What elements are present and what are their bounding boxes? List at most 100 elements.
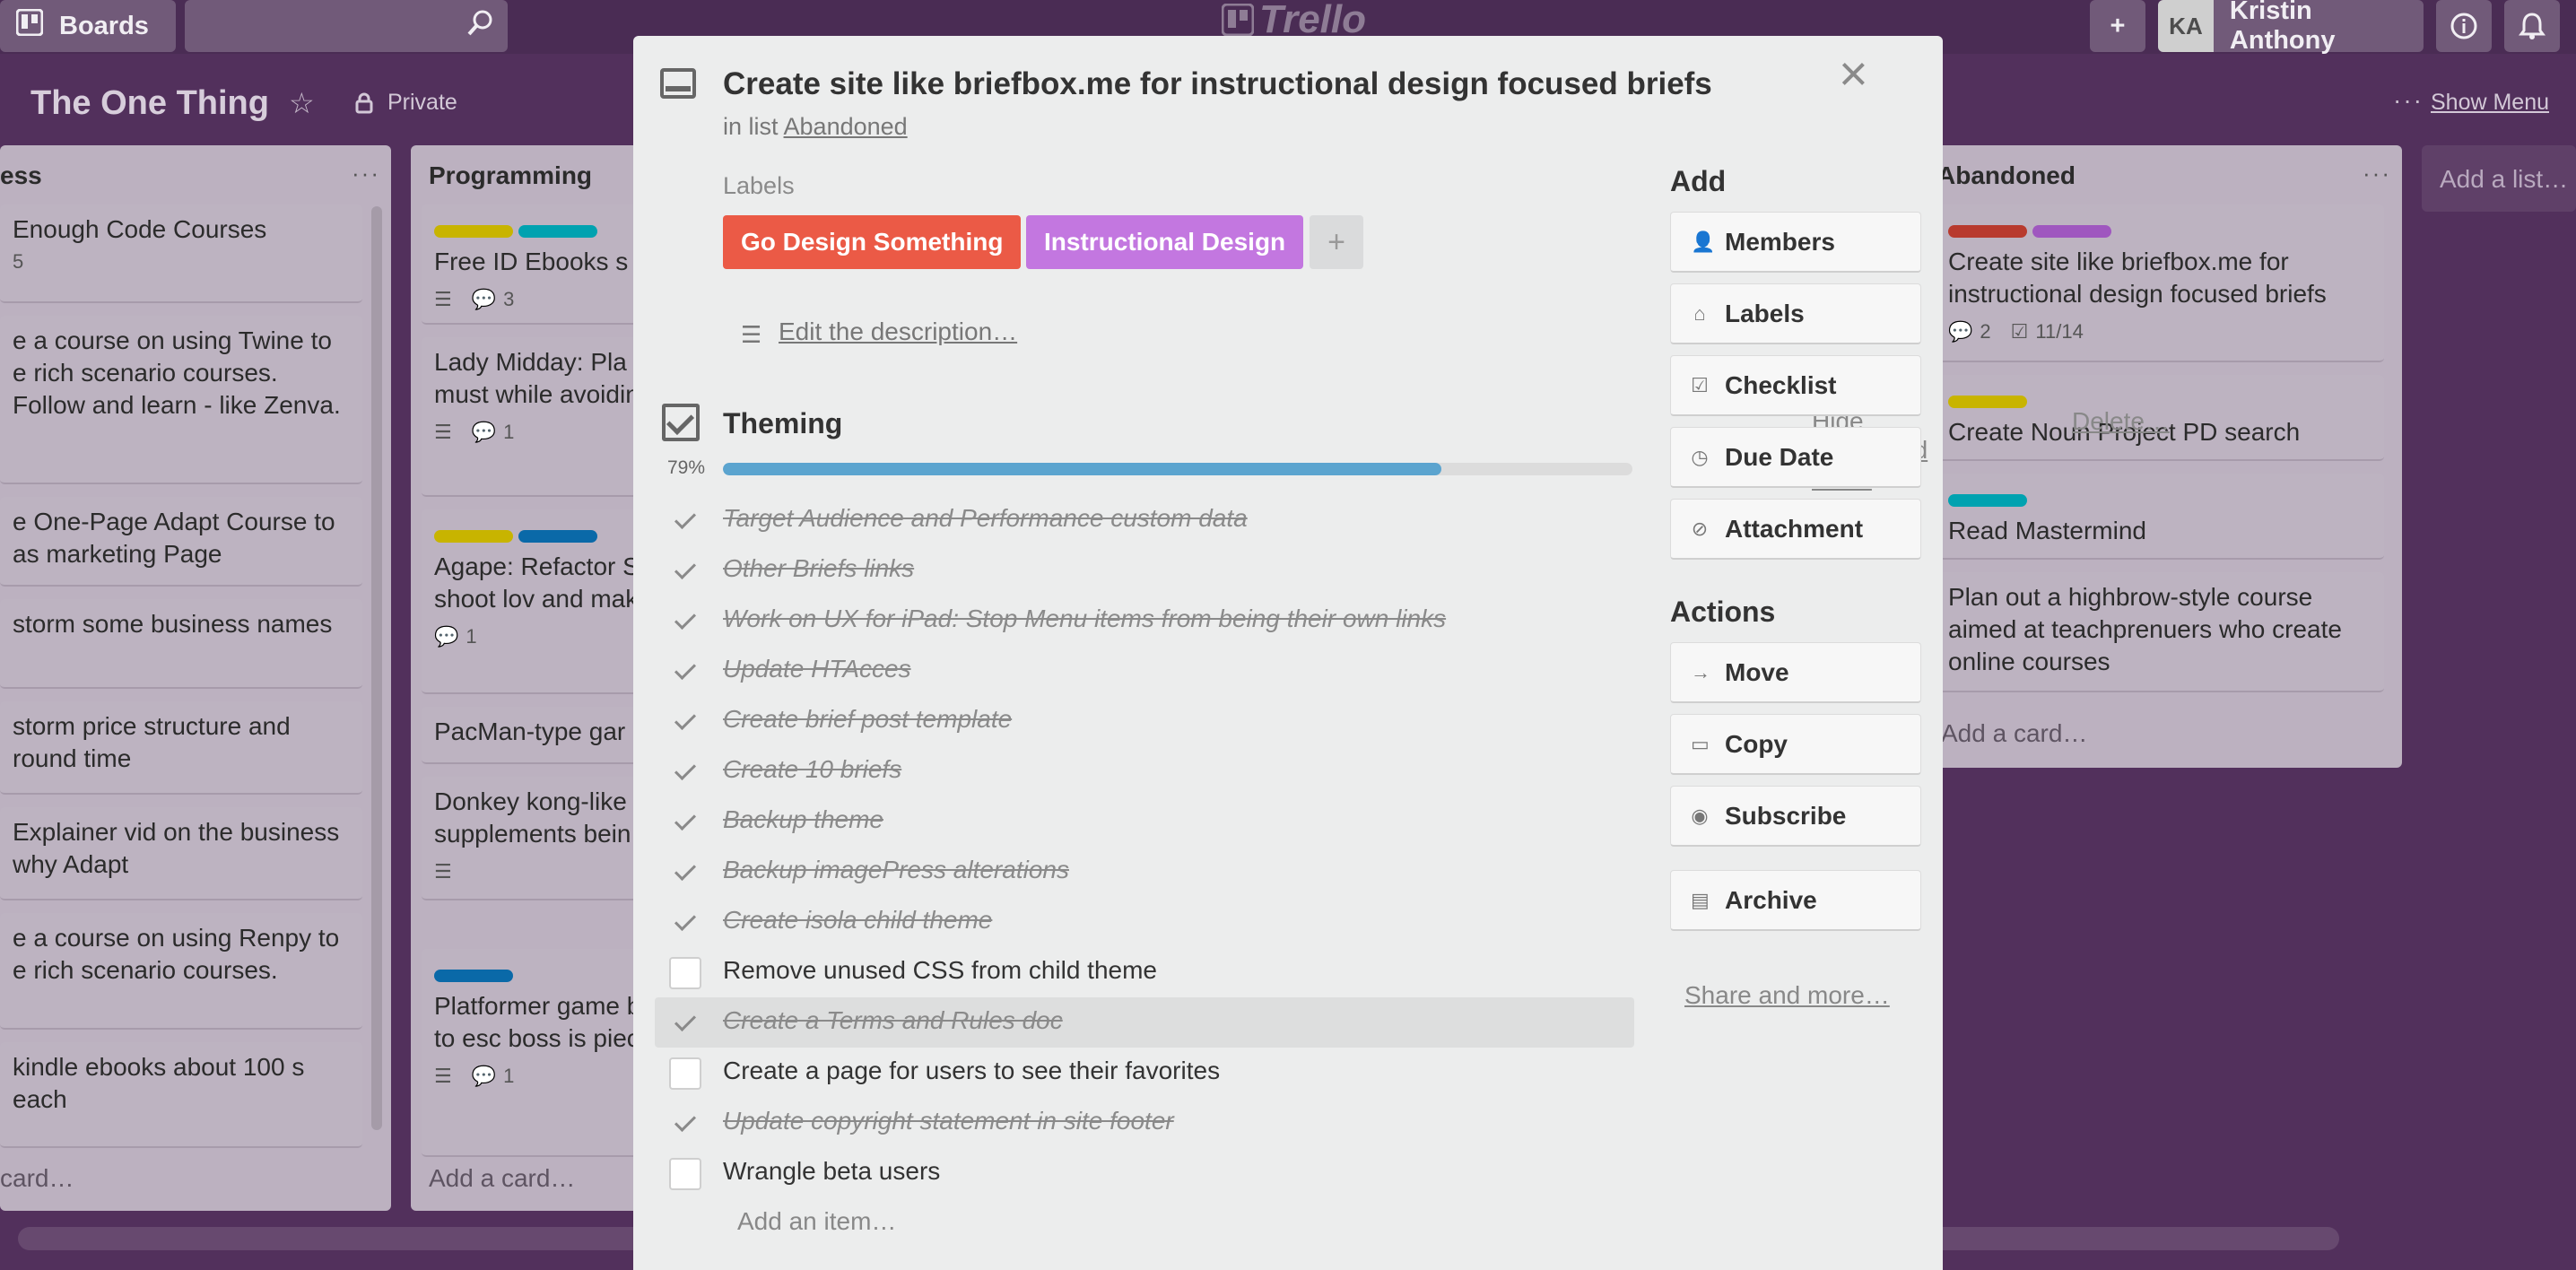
checklist-item[interactable]: Create brief post template	[655, 696, 1634, 746]
label-instructional-design[interactable]: Instructional Design	[1026, 215, 1304, 269]
checked-checkbox[interactable]	[669, 857, 701, 889]
label-go-design-something[interactable]: Go Design Something	[723, 215, 1022, 269]
list-title[interactable]: ess	[0, 161, 42, 190]
list-card[interactable]: storm some business names	[0, 599, 362, 689]
list-card[interactable]: Plan out a highbrow-style course aimed a…	[1936, 572, 2384, 692]
checked-checkbox[interactable]	[669, 1007, 701, 1039]
checklist-title[interactable]: Theming	[723, 407, 842, 440]
checklist-item[interactable]: Backup imagePress alterations	[655, 847, 1634, 897]
list-card[interactable]: Read Mastermind	[1936, 474, 2384, 560]
comment-count: 2	[1980, 320, 1991, 343]
archive-button[interactable]: ▤ Archive	[1670, 870, 1921, 931]
list-card[interactable]: kindle ebooks about 100 s each	[0, 1042, 362, 1148]
card-title[interactable]: Create site like briefbox.me for instruc…	[723, 66, 1712, 102]
checked-checkbox[interactable]	[669, 907, 701, 939]
show-menu-link[interactable]: Show Menu	[2431, 90, 2549, 116]
list-card[interactable]: Create site like briefbox.me for instruc…	[1936, 204, 2384, 362]
search-input[interactable]	[185, 0, 508, 52]
add-button[interactable]: +	[2090, 0, 2145, 52]
edit-description-link[interactable]: Edit the description…	[779, 318, 1017, 346]
checklist-item-text[interactable]: Target Audience and Performance custom d…	[723, 504, 1248, 533]
checklist-item-text[interactable]: Create 10 briefs	[723, 755, 901, 784]
checklist-item[interactable]: Create a Terms and Rules doc	[655, 997, 1634, 1048]
unchecked-checkbox[interactable]	[669, 1158, 701, 1190]
checklist-item-text[interactable]: Work on UX for iPad: Stop Menu items fro…	[723, 605, 1446, 633]
add-label-button[interactable]: +	[1310, 215, 1363, 269]
checklist-item-text[interactable]: Backup theme	[723, 805, 883, 834]
add-list-button[interactable]: Add a list…	[2422, 145, 2576, 212]
checklist-item-text[interactable]: Backup imagePress alterations	[723, 856, 1069, 884]
checklist-item[interactable]: Create 10 briefs	[655, 746, 1634, 796]
checklist-item[interactable]: Backup theme	[655, 796, 1634, 847]
checked-checkbox[interactable]	[669, 505, 701, 537]
checklist-item-text[interactable]: Create isola child theme	[723, 906, 992, 935]
notifications-button[interactable]	[2504, 0, 2560, 52]
checklist-item[interactable]: Update HTAcces	[655, 646, 1634, 696]
list-title[interactable]: Abandoned	[1937, 161, 2076, 190]
checked-checkbox[interactable]	[669, 1108, 701, 1140]
checked-checkbox[interactable]	[669, 605, 701, 638]
comment-count: 1	[503, 421, 515, 443]
share-link[interactable]: Share and more…	[1684, 981, 1890, 1010]
checklist-item-text[interactable]: Update copyright statement in site foote…	[723, 1107, 1174, 1135]
members-button[interactable]: 👤 Members	[1670, 212, 1921, 273]
checklist-button[interactable]: ☑ Checklist	[1670, 355, 1921, 416]
list-card[interactable]: Explainer vid on the business why Adapt	[0, 807, 362, 900]
list-card[interactable]: e a course on using Twine to e rich scen…	[0, 316, 362, 484]
list-card[interactable]: storm price structure and round time	[0, 701, 362, 795]
checked-checkbox[interactable]	[669, 806, 701, 839]
visibility-button[interactable]: Private	[355, 90, 457, 116]
search-icon[interactable]	[466, 8, 495, 44]
checklist-item[interactable]: Target Audience and Performance custom d…	[655, 495, 1634, 545]
user-menu-button[interactable]: KA Kristin Anthony	[2158, 0, 2424, 55]
checklist-item-text[interactable]: Create a page for users to see their fav…	[723, 1057, 1220, 1085]
list-menu-icon[interactable]: ···	[2363, 160, 2391, 187]
checklist-item[interactable]: Other Briefs links	[655, 545, 1634, 596]
in-list-link[interactable]: Abandoned	[784, 113, 908, 140]
checked-checkbox[interactable]	[669, 656, 701, 688]
checklist-item-text[interactable]: Wrangle beta users	[723, 1157, 940, 1186]
add-card-link[interactable]: card…	[0, 1164, 74, 1193]
checklist-item[interactable]: Work on UX for iPad: Stop Menu items fro…	[655, 596, 1634, 646]
card-labels	[1948, 213, 2371, 246]
trello-logo[interactable]: Trello	[1222, 0, 1366, 39]
checklist-item-text[interactable]: Update HTAcces	[723, 655, 911, 683]
checklist-item[interactable]: Remove unused CSS from child theme	[655, 947, 1634, 997]
list-scrollbar[interactable]	[371, 206, 382, 1130]
add-card-link[interactable]: Add a card…	[1941, 719, 2087, 748]
checked-checkbox[interactable]	[669, 756, 701, 788]
list-menu-icon[interactable]: ···	[352, 160, 380, 187]
close-icon[interactable]: ×	[1839, 48, 1868, 99]
delete-checklist-link[interactable]: Delete…	[2072, 407, 2170, 436]
list-card[interactable]: Enough Code Courses 5	[0, 204, 362, 303]
boards-button[interactable]: Boards	[0, 0, 176, 52]
list-card[interactable]: e One-Page Adapt Course to as marketing …	[0, 497, 362, 587]
checklist-item-text[interactable]: Create brief post template	[723, 705, 1012, 734]
checklist-item[interactable]: Update copyright statement in site foote…	[655, 1098, 1634, 1148]
checklist-item[interactable]: Create a page for users to see their fav…	[655, 1048, 1634, 1098]
unchecked-checkbox[interactable]	[669, 1057, 701, 1090]
labels-button[interactable]: ⌂ Labels	[1670, 283, 1921, 344]
more-icon[interactable]: ···	[2393, 86, 2424, 115]
unchecked-checkbox[interactable]	[669, 957, 701, 989]
add-card-link[interactable]: Add a card…	[429, 1164, 575, 1193]
checklist-item-text[interactable]: Remove unused CSS from child theme	[723, 956, 1157, 985]
checklist-item[interactable]: Wrangle beta users	[655, 1148, 1634, 1198]
checked-checkbox[interactable]	[669, 706, 701, 738]
info-button[interactable]	[2436, 0, 2492, 52]
due-date-button[interactable]: ◷ Due Date	[1670, 427, 1921, 488]
list-card[interactable]: e a course on using Renpy to e rich scen…	[0, 913, 362, 1030]
checked-checkbox[interactable]	[669, 555, 701, 587]
label-yellow	[434, 225, 513, 238]
checklist-item-text[interactable]: Other Briefs links	[723, 554, 914, 583]
list-title[interactable]: Programming	[429, 161, 592, 190]
copy-button[interactable]: ▭ Copy	[1670, 714, 1921, 775]
star-icon[interactable]: ☆	[289, 86, 315, 120]
attachment-button[interactable]: ⊘ Attachment	[1670, 499, 1921, 560]
checklist-item[interactable]: Create isola child theme	[655, 897, 1634, 947]
board-title[interactable]: The One Thing	[30, 84, 269, 123]
checklist-item-text[interactable]: Create a Terms and Rules doc	[723, 1006, 1063, 1035]
move-button[interactable]: → Move	[1670, 642, 1921, 703]
subscribe-button[interactable]: ◉ Subscribe	[1670, 786, 1921, 847]
add-item-link[interactable]: Add an item…	[737, 1207, 896, 1236]
